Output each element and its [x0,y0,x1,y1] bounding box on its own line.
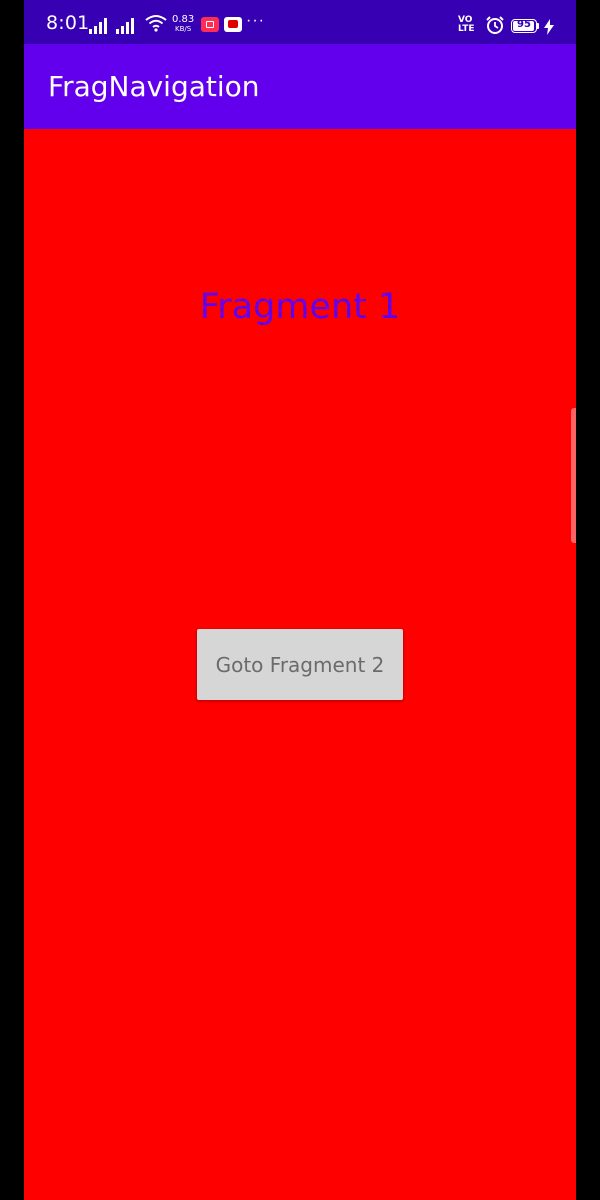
alarm-icon [486,16,504,34]
wifi-icon [145,15,167,32]
goto-fragment-2-button[interactable]: Goto Fragment 2 [197,629,403,700]
scroll-indicator[interactable] [571,408,576,543]
network-speed: 0.83 KB/S [172,15,194,34]
youtube-icon [224,17,242,32]
network-speed-unit: KB/S [175,25,192,33]
battery-percent: 95 [517,19,531,30]
volte-indicator: VO LTE [458,16,475,34]
fragment-title: Fragment 1 [199,287,401,327]
app-title: FragNavigation [48,70,260,103]
signal-icon [89,16,109,34]
more-notifications-icon: ··· [246,12,265,29]
charging-icon [544,19,554,35]
status-time: 8:01 [46,12,90,34]
app-bar: FragNavigation [24,44,576,129]
battery-tip [537,23,539,29]
network-speed-value: 0.83 [172,14,195,25]
phone-screen: 8:01 0.83 KB/S ··· VO LTE 95 FragNavigat… [24,0,576,1200]
status-bar: 8:01 0.83 KB/S ··· VO LTE 95 [24,0,576,44]
screen-record-icon [201,17,219,32]
signal-icon-2 [116,16,136,34]
fragment-container: Fragment 1 Goto Fragment 2 [24,129,576,1200]
battery-icon: 95 [511,19,537,33]
volte-bottom: LTE [458,24,475,34]
